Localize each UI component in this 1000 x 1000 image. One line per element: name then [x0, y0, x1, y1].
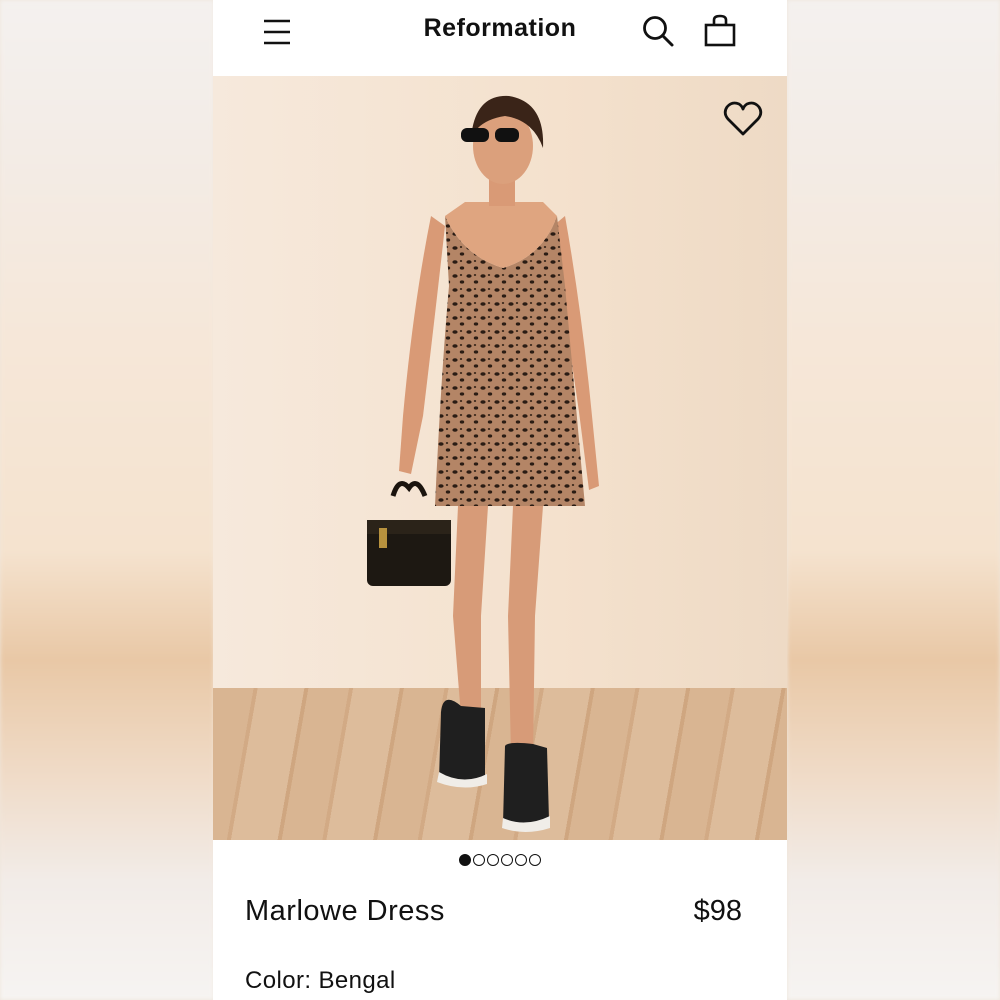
carousel-dot[interactable]: [515, 854, 527, 866]
carousel-dot[interactable]: [473, 854, 485, 866]
left-backdrop: [0, 0, 214, 1000]
product-image[interactable]: [213, 76, 787, 840]
mobile-screen: Reformation Marlowe Dress $98 Color: Ben…: [213, 0, 787, 1000]
color-label: Color:: [245, 967, 312, 994]
image-carousel-indicator: [213, 851, 787, 867]
model-figure: [367, 95, 599, 832]
color-value: Bengal: [318, 967, 396, 994]
brand-logo[interactable]: Reformation: [213, 14, 787, 43]
top-navigation-bar: Reformation: [213, 0, 787, 76]
carousel-dot[interactable]: [529, 854, 541, 866]
carousel-dot[interactable]: [487, 854, 499, 866]
shopping-bag-icon[interactable]: [703, 14, 737, 48]
product-price: $98: [693, 895, 742, 927]
right-backdrop: [787, 0, 1000, 1000]
carousel-dot[interactable]: [501, 854, 513, 866]
favorite-heart-icon[interactable]: [723, 100, 763, 138]
search-icon[interactable]: [641, 14, 675, 48]
color-selection: Color: Bengal: [245, 967, 396, 995]
carousel-dot[interactable]: [459, 854, 471, 866]
product-name: Marlowe Dress: [245, 895, 445, 927]
